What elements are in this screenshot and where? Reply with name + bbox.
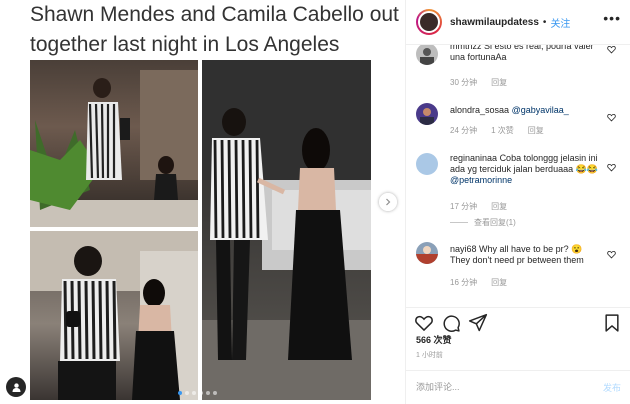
carousel-dot	[185, 391, 189, 395]
follow-button[interactable]: 关注	[550, 15, 570, 30]
bookmark-icon[interactable]	[602, 313, 622, 333]
like-heart-icon[interactable]	[414, 313, 434, 333]
comment-time: 17 分钟	[450, 202, 478, 211]
comment-avatar[interactable]	[416, 103, 438, 125]
add-comment-bar: 发布	[406, 370, 630, 404]
like-heart-icon[interactable]	[607, 163, 616, 172]
likes-count[interactable]: 566 次赞	[416, 333, 452, 346]
post-image-headline: Shawn Mendes and Camila Cabello out toge…	[30, 3, 399, 56]
carousel-indicator	[178, 391, 217, 395]
comment-username[interactable]: reginaninaa	[450, 153, 497, 163]
user-tag-icon[interactable]	[6, 377, 26, 397]
comment-username[interactable]: mmtnzz	[450, 45, 482, 51]
comments-list[interactable]: mmtnzz Si esto es real, podría valer una…	[406, 45, 630, 307]
like-heart-icon[interactable]	[607, 113, 616, 122]
view-replies-label: 查看回复(1)	[474, 218, 516, 227]
comment-bubble-icon[interactable]	[441, 313, 461, 333]
comment-time: 16 分钟	[450, 278, 478, 287]
comment-time: 24 分钟	[450, 126, 478, 135]
post-comment-button[interactable]: 发布	[603, 381, 621, 394]
comment-mention-link[interactable]: @gabyavilaa_	[512, 105, 569, 115]
carousel-dot	[178, 391, 182, 395]
comment-input[interactable]	[416, 379, 576, 395]
comment-username[interactable]: alondra_sosaa	[450, 105, 509, 115]
reply-button[interactable]: 回复	[491, 77, 507, 88]
post-media: Shawn Mendes and Camila Cabello out toge…	[0, 0, 405, 404]
post-side-panel: shawmilaupdatess • 关注 ••• mmtnzz Si esto…	[405, 0, 630, 404]
carousel-dot	[206, 391, 210, 395]
comment-likes[interactable]: 1 次赞	[491, 125, 514, 136]
comment-avatar[interactable]	[416, 153, 438, 175]
like-heart-icon[interactable]	[607, 45, 616, 54]
carousel-dot	[192, 391, 196, 395]
photo-right	[202, 60, 371, 400]
comment-avatar[interactable]	[416, 242, 438, 264]
photo-collage	[30, 60, 371, 400]
carousel-dot	[213, 391, 217, 395]
comment-username[interactable]: nayi68	[450, 244, 477, 254]
comment-time: 30 分钟	[450, 78, 478, 87]
photo-top-left	[30, 60, 198, 227]
post-header: shawmilaupdatess • 关注 •••	[406, 0, 630, 45]
view-replies-line	[450, 222, 468, 223]
view-replies-button[interactable]: 查看回复(1)	[450, 217, 516, 228]
comment-avatar[interactable]	[416, 45, 438, 65]
carousel-dot	[199, 391, 203, 395]
reply-button[interactable]: 回复	[491, 201, 507, 212]
header-username[interactable]: shawmilaupdatess	[450, 17, 539, 28]
avatar[interactable]	[416, 9, 442, 35]
instagram-post-modal: Shawn Mendes and Camila Cabello out toge…	[0, 0, 630, 404]
reply-button[interactable]: 回复	[491, 277, 507, 288]
like-heart-icon[interactable]	[607, 250, 616, 259]
header-separator: •	[542, 16, 547, 28]
chevron-right-icon	[386, 198, 391, 206]
comment-mention-link[interactable]: @petramorinne	[450, 175, 512, 185]
share-icon[interactable]	[468, 313, 488, 333]
carousel-next-button[interactable]	[379, 193, 397, 211]
reply-button[interactable]: 回复	[528, 125, 544, 136]
photo-bottom-left	[30, 231, 198, 400]
more-options-icon[interactable]: •••	[603, 10, 621, 26]
post-timestamp: 1 小时前	[416, 352, 443, 359]
